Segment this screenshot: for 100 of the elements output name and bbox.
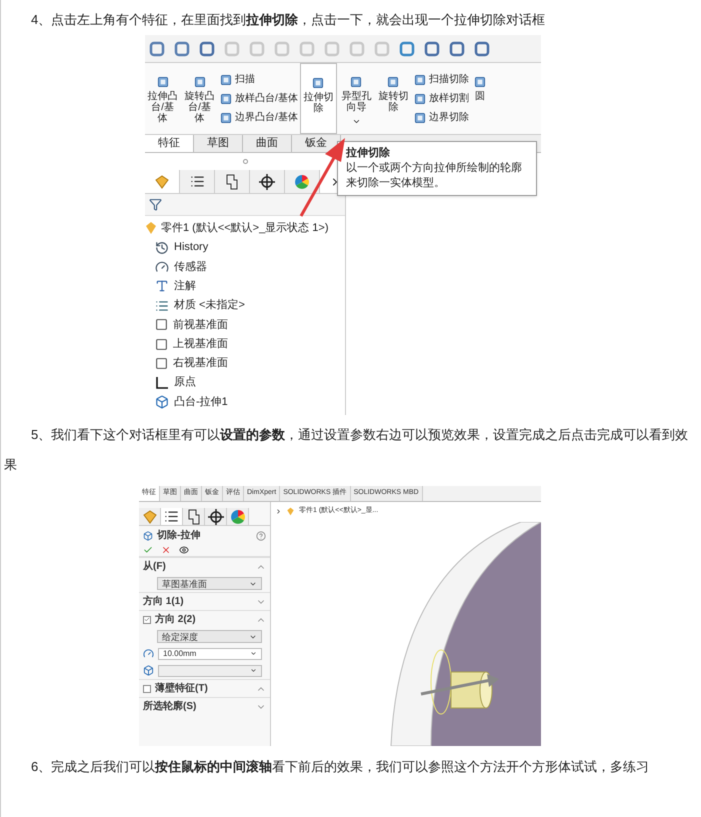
tooltip-text: 以一个或两个方向拉伸所绘制的轮廓来切除一实体模型。	[346, 161, 523, 191]
toolbar-icon[interactable]	[149, 40, 165, 56]
panel-tab[interactable]	[183, 508, 205, 525]
command-button[interactable]: 边界凸台/基体	[219, 110, 298, 125]
command-button[interactable]: 拉伸凸台/基体	[145, 63, 180, 134]
section-label: 所选轮廓(S)	[143, 700, 196, 712]
select-field[interactable]: 给定深度	[157, 630, 262, 643]
part-icon	[142, 508, 158, 524]
feature-icon	[386, 75, 400, 89]
checkbox[interactable]	[143, 616, 151, 624]
color-wheel-icon	[230, 508, 246, 524]
feature-icon	[219, 110, 233, 124]
feature-icon	[412, 110, 427, 124]
spinner-icon[interactable]	[250, 667, 257, 674]
config-icon	[186, 508, 200, 524]
toolbar-icon[interactable]	[199, 40, 215, 56]
section-label: 方向 2(2)	[155, 614, 196, 626]
part-icon	[145, 221, 157, 235]
feature-icon	[412, 92, 427, 106]
tree-item[interactable]: 原点	[174, 374, 196, 391]
number-field[interactable]	[158, 664, 262, 676]
check-icon	[144, 616, 150, 623]
section-label: 薄壁特征(T)	[155, 682, 208, 694]
command-button[interactable]: 异型孔向导	[338, 63, 374, 134]
eye-icon[interactable]	[179, 545, 189, 555]
feature-icon	[311, 76, 326, 90]
panel-tab[interactable]	[250, 170, 285, 193]
plane-icon	[155, 338, 168, 351]
tree-item[interactable]: 注解	[174, 278, 196, 294]
caret-icon	[352, 117, 361, 126]
number-field[interactable]: 10.00mm	[158, 648, 262, 660]
section-header[interactable]: 从(F)	[139, 557, 270, 575]
panel-tab[interactable]	[215, 170, 250, 193]
handle-icon[interactable]	[242, 159, 248, 164]
toolbar-icon[interactable]	[399, 40, 415, 56]
config-icon	[225, 174, 239, 190]
color-wheel-icon	[294, 174, 310, 190]
command-button[interactable]: 放样凸台/基体	[219, 91, 298, 106]
paragraph: 4、点击左上角有个特征，在里面找到拉伸切除，点击一下，就会出现一个拉伸切除对话框	[30, 11, 546, 29]
panel-tab[interactable]	[161, 508, 183, 525]
command-button[interactable]: 边界切除	[412, 110, 469, 125]
tree-item[interactable]: History	[174, 239, 208, 256]
history-icon	[155, 240, 169, 255]
part-icon	[286, 506, 295, 516]
tree-item[interactable]: 零件1 (默认<<默认>_显示状态 1>)	[161, 220, 328, 236]
tree-item[interactable]: 前视基准面	[173, 316, 228, 334]
tree-item[interactable]: 上视基准面	[173, 336, 228, 352]
paragraph: 6、完成之后我们可以按住鼠标的中间滚轴看下前后的效果，我们可以参照这个方法开个方形体试试，多练习	[30, 758, 650, 776]
plane-icon	[155, 356, 168, 370]
tree-item[interactable]: 材质 <未指定>	[174, 297, 245, 314]
help-icon[interactable]	[256, 531, 266, 541]
section-header[interactable]: 薄壁特征(T)	[139, 679, 270, 697]
section-label: 方向 1(1)	[143, 596, 184, 608]
command-button[interactable]: 放样切割	[412, 91, 469, 106]
panel-tab[interactable]	[180, 170, 215, 193]
toolbar-icon[interactable]	[424, 40, 440, 56]
select-field[interactable]: 草图基准面	[157, 577, 262, 590]
panel-tab[interactable]	[205, 508, 227, 525]
list-icon	[190, 174, 204, 189]
crosshair-icon	[208, 508, 224, 524]
extrude-icon	[155, 395, 169, 410]
tree-item[interactable]: 传感器	[174, 258, 207, 276]
command-button[interactable]: 旋转凸台/基体	[182, 63, 217, 134]
spinner-icon[interactable]	[250, 650, 257, 657]
direction-icon[interactable]	[143, 665, 154, 676]
command-button[interactable]: 扫描切除	[412, 72, 469, 87]
section-header[interactable]: 方向 2(2)	[139, 610, 270, 628]
command-button[interactable]: 旋转切除	[376, 63, 411, 134]
close-icon[interactable]	[161, 545, 171, 555]
sensor-icon	[155, 260, 169, 274]
toolbar-icon[interactable]	[474, 40, 490, 56]
toolbar-icon[interactable]	[174, 40, 190, 56]
ok-icon[interactable]	[143, 545, 153, 555]
panel-title: 切除-拉伸	[157, 530, 200, 542]
feature-icon	[156, 75, 170, 89]
tooltip-title: 拉伸切除	[346, 146, 391, 161]
feature-icon	[219, 72, 233, 86]
feature-icon	[192, 75, 206, 89]
filter-icon	[149, 198, 162, 211]
tree-item[interactable]: 右视基准面	[173, 355, 228, 372]
material-icon	[155, 298, 169, 313]
command-button[interactable]: 圆	[470, 63, 489, 134]
feature-icon	[472, 75, 487, 89]
depth-icon	[143, 648, 154, 659]
command-button[interactable]: 扫描	[219, 72, 298, 87]
part-icon	[154, 174, 170, 190]
section-header[interactable]: 所选轮廓(S)	[139, 697, 270, 715]
list-icon	[164, 509, 179, 524]
command-button[interactable]: 拉伸切除	[300, 63, 337, 134]
checkbox[interactable]	[143, 684, 151, 692]
tree-item[interactable]: 凸台-拉伸1	[174, 394, 228, 410]
section-header[interactable]: 方向 1(1)	[139, 592, 270, 610]
paragraph: 5、我们看下这个对话框里有可以设置的参数，通过设置参数右边可以预览效果，设置完成之后点击完成可以看到效果	[3, 426, 690, 474]
filter-bar[interactable]	[145, 194, 345, 216]
tab[interactable]: 特征	[145, 135, 194, 152]
plane-icon	[155, 318, 168, 332]
annotation-icon	[155, 279, 169, 294]
feature-icon	[349, 75, 364, 89]
toolbar-icon[interactable]	[449, 40, 465, 56]
crosshair-icon	[259, 174, 275, 190]
